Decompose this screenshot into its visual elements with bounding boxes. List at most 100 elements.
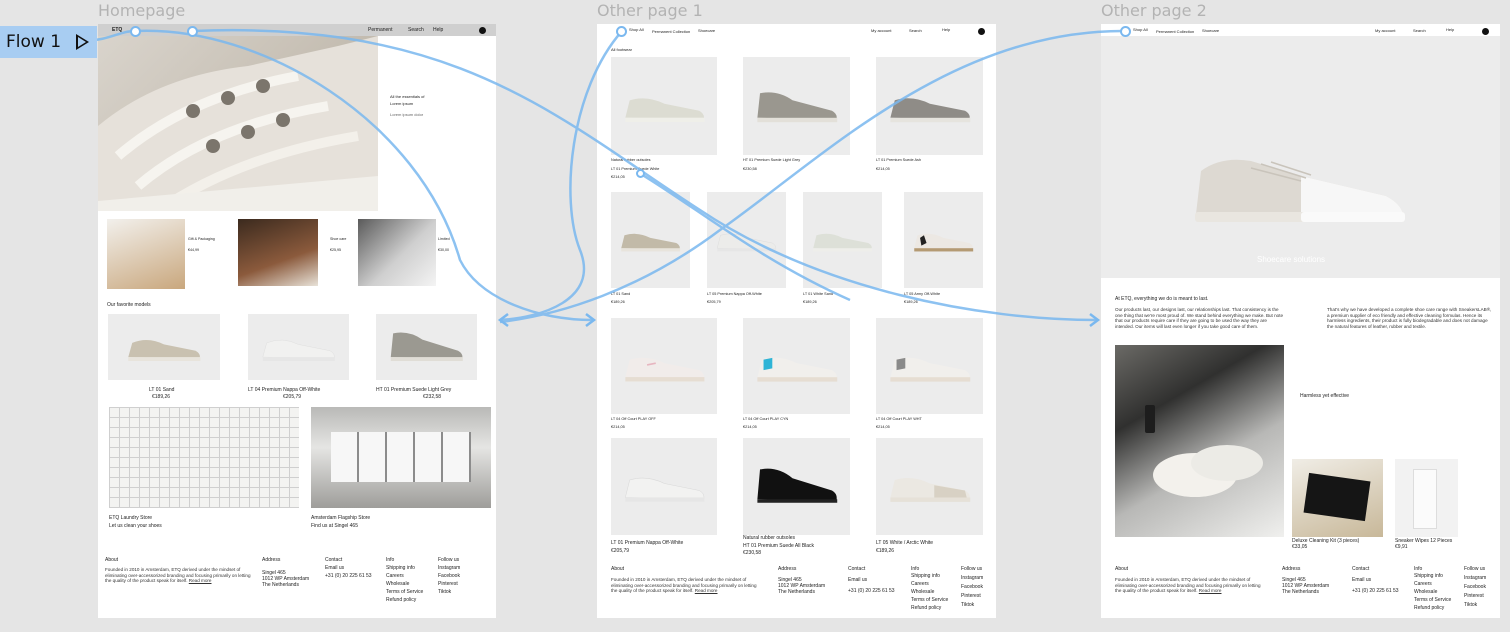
home-nav-link-permanent[interactable]: Permanent — [368, 27, 392, 33]
other2-product-image-wipes[interactable] — [1395, 459, 1458, 537]
promo-image-texture[interactable] — [358, 219, 436, 286]
other1-footer-pinterest-link[interactable]: Pinterest — [961, 593, 981, 599]
other1-product-name-12[interactable]: HT 01 Premium Suede All Black — [743, 543, 814, 549]
other1-footer-read-more-link[interactable]: Read more — [695, 588, 718, 593]
other1-product-image-9[interactable] — [743, 318, 850, 414]
home-logo[interactable]: ETQ — [112, 27, 122, 33]
flagship-store-cta[interactable]: Find us at Singel 465 — [311, 523, 358, 529]
fav-product-image-1[interactable] — [108, 314, 220, 380]
other1-product-name-2[interactable]: HT 01 Premium Suede Light Grey — [743, 158, 800, 163]
home-footer-phone[interactable]: +31 (0) 20 225 61 53 — [325, 573, 372, 579]
frame-label-other-page-1[interactable]: Other page 1 — [597, 1, 703, 20]
home-footer-facebook-link[interactable]: Facebook — [438, 573, 460, 579]
promo-image-cleaning[interactable] — [238, 219, 318, 286]
other1-product-name-10[interactable]: LT 04 Off Court PLAY WHT — [876, 417, 922, 422]
other1-product-name-4[interactable]: LT 01 Sand — [611, 292, 630, 297]
home-footer-tiktok-link[interactable]: Tiktok — [438, 589, 451, 595]
other1-product-name-8[interactable]: LT 04 Off Court PLAY OFF — [611, 417, 656, 422]
laundry-store-cta[interactable]: Let us clean your shoes — [109, 523, 162, 529]
home-footer-info-1[interactable]: Shipping info — [386, 565, 415, 571]
other2-nav-shoecare[interactable]: Shoecare — [1202, 28, 1219, 34]
other2-nav-my-account[interactable]: My account — [1375, 28, 1395, 34]
home-footer-info-2[interactable]: Careers — [386, 573, 404, 579]
other2-footer-info-5[interactable]: Refund policy — [1414, 605, 1444, 611]
other1-product-name-11[interactable]: LT 01 Premium Nappa Off-White — [611, 540, 683, 546]
other1-nav-my-account[interactable]: My account — [871, 28, 891, 34]
fav-product-image-3[interactable] — [376, 314, 477, 380]
fav-product-image-2[interactable] — [248, 314, 349, 380]
other1-product-name-1[interactable]: LT 01 Premium Suede White — [611, 167, 659, 172]
other1-footer-info-3[interactable]: Wholesale — [911, 589, 934, 595]
other1-product-image-10[interactable] — [876, 318, 983, 414]
hotspot-dot-home-nav-1[interactable] — [130, 26, 141, 37]
homepage-frame[interactable]: ETQ Permanent Search Help All the essent… — [98, 24, 496, 618]
flagship-store-image[interactable] — [311, 407, 491, 508]
other1-product-image-11[interactable] — [611, 438, 717, 535]
other1-product-image-8[interactable] — [611, 318, 717, 414]
other2-footer-facebook-link[interactable]: Facebook — [1464, 584, 1486, 590]
other1-product-name-7[interactable]: LT 05 Army Off-White — [904, 292, 940, 297]
hotspot-dot-other2-shop-all[interactable] — [1120, 26, 1131, 37]
other1-product-image-5[interactable] — [707, 192, 786, 288]
hotspot-dot-other1-product[interactable] — [636, 169, 645, 178]
other1-cart-icon[interactable] — [978, 28, 985, 35]
laundry-store-name[interactable]: ETQ Laundry Store — [109, 515, 152, 521]
other2-cart-icon[interactable] — [1482, 28, 1489, 35]
home-footer-pinterest-link[interactable]: Pinterest — [438, 581, 458, 587]
other-page-1-frame[interactable]: Shop All Permanent Collection Shoecare M… — [597, 24, 996, 618]
other1-product-image-1[interactable] — [611, 57, 717, 155]
other1-product-name-9[interactable]: LT 04 Off Court PLAY CYN — [743, 417, 788, 422]
other1-product-name-3[interactable]: LT 01 Premium Suede Ash — [876, 158, 921, 163]
other1-product-name-13[interactable]: LT 05 White / Arctic White — [876, 540, 933, 546]
other1-footer-instagram-link[interactable]: Instagram — [961, 575, 983, 581]
other2-footer-email-link[interactable]: Email us — [1352, 577, 1371, 583]
other2-footer-read-more-link[interactable]: Read more — [1199, 588, 1222, 593]
other2-footer-info-1[interactable]: Shipping info — [1414, 573, 1443, 579]
other1-nav-help[interactable]: Help — [942, 27, 950, 33]
other1-footer-info-4[interactable]: Terms of Service — [911, 597, 948, 603]
other2-nav-search[interactable]: Search — [1413, 28, 1426, 34]
flow-start-tag[interactable]: Flow 1 — [0, 26, 97, 58]
other2-footer-instagram-link[interactable]: Instagram — [1464, 575, 1486, 581]
other1-footer-email-link[interactable]: Email us — [848, 577, 867, 583]
other1-footer-facebook-link[interactable]: Facebook — [961, 584, 983, 590]
other1-product-image-13[interactable] — [876, 438, 983, 535]
other1-product-image-2[interactable] — [743, 57, 850, 155]
other2-footer-tiktok-link[interactable]: Tiktok — [1464, 602, 1477, 608]
other1-product-name-5[interactable]: LT 05 Premium Nappa Off-White — [707, 292, 762, 297]
fav-product-name-1[interactable]: LT 01 Sand — [149, 387, 174, 393]
home-footer-info-4[interactable]: Terms of Service — [386, 589, 423, 595]
hotspot-dot-home-nav-2[interactable] — [187, 26, 198, 37]
home-nav-link-help[interactable]: Help — [433, 27, 443, 33]
other1-footer-info-5[interactable]: Refund policy — [911, 605, 941, 611]
home-nav-link-search[interactable]: Search — [408, 27, 424, 33]
fav-product-name-2[interactable]: LT 04 Premium Nappa Off-White — [248, 387, 320, 393]
other2-nav-shop-all[interactable]: Shop All — [1133, 27, 1148, 33]
laundry-store-image[interactable] — [109, 407, 299, 508]
play-icon[interactable] — [76, 34, 90, 50]
promo-image-box[interactable] — [107, 219, 185, 289]
other2-footer-info-2[interactable]: Careers — [1414, 581, 1432, 587]
other1-nav-shoecare[interactable]: Shoecare — [698, 28, 715, 34]
home-footer-read-more-link[interactable]: Read more — [189, 578, 212, 583]
other1-nav-search[interactable]: Search — [909, 28, 922, 34]
other1-product-image-12[interactable] — [743, 438, 850, 535]
other2-product-image-kit[interactable] — [1292, 459, 1383, 537]
home-footer-instagram-link[interactable]: Instagram — [438, 565, 460, 571]
other1-footer-tiktok-link[interactable]: Tiktok — [961, 602, 974, 608]
other2-nav-help[interactable]: Help — [1446, 27, 1454, 33]
home-footer-info-5[interactable]: Refund policy — [386, 597, 416, 603]
home-footer-email-link[interactable]: Email us — [325, 565, 344, 571]
hotspot-dot-other1-shop-all[interactable] — [616, 26, 627, 37]
other1-nav-permanent[interactable]: Permanent Collection — [652, 29, 690, 35]
cart-icon[interactable] — [479, 27, 486, 34]
other2-footer-info-4[interactable]: Terms of Service — [1414, 597, 1451, 603]
other2-footer-info-3[interactable]: Wholesale — [1414, 589, 1437, 595]
other1-footer-info-2[interactable]: Careers — [911, 581, 929, 587]
other1-product-image-4[interactable] — [611, 192, 690, 288]
other1-product-image-6[interactable] — [803, 192, 882, 288]
other1-footer-info-1[interactable]: Shipping info — [911, 573, 940, 579]
other2-nav-permanent[interactable]: Permanent Collection — [1156, 29, 1194, 35]
other1-product-image-7[interactable] — [904, 192, 983, 288]
fav-product-name-3[interactable]: HT 01 Premium Suede Light Grey — [376, 387, 451, 393]
